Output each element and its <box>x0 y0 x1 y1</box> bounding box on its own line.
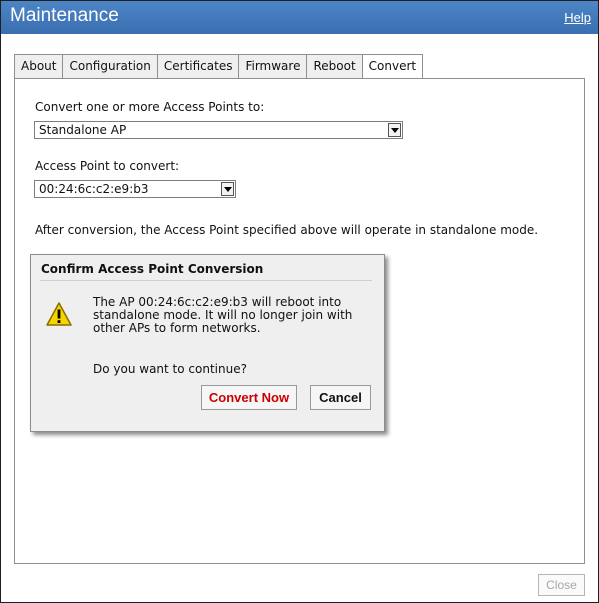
tab-configuration[interactable]: Configuration <box>62 54 157 79</box>
tab-certificates[interactable]: Certificates <box>156 54 239 79</box>
ap-to-convert-value: 00:24:6c:c2:e9:b3 <box>39 182 149 196</box>
tab-firmware[interactable]: Firmware <box>238 54 307 79</box>
tab-about[interactable]: About <box>14 54 63 79</box>
dialog-message: The AP 00:24:6c:c2:e9:b3 will reboot int… <box>93 296 363 335</box>
cancel-button[interactable]: Cancel <box>310 385 371 410</box>
tab-bar: About Configuration Certificates Firmwar… <box>14 54 424 79</box>
convert-now-button[interactable]: Convert Now <box>201 385 297 410</box>
dialog-title: Confirm Access Point Conversion <box>41 262 264 276</box>
close-button: Close <box>538 574 585 596</box>
dialog-divider <box>40 280 372 281</box>
window-title: Maintenance <box>10 5 119 26</box>
ap-to-convert-label: Access Point to convert: <box>35 159 180 173</box>
warning-icon <box>46 302 72 326</box>
ap-to-convert-select[interactable]: 00:24:6c:c2:e9:b3 <box>34 180 236 198</box>
chevron-down-icon[interactable] <box>388 123 401 137</box>
convert-to-select[interactable]: Standalone AP <box>34 121 403 139</box>
conversion-note: After conversion, the Access Point speci… <box>35 223 539 237</box>
tab-reboot[interactable]: Reboot <box>306 54 362 79</box>
convert-to-value: Standalone AP <box>39 123 127 137</box>
chevron-down-icon[interactable] <box>221 182 234 196</box>
tab-convert[interactable]: Convert <box>361 54 424 79</box>
confirm-conversion-dialog: Confirm Access Point Conversion The AP 0… <box>30 254 385 432</box>
dialog-question: Do you want to continue? <box>93 362 247 376</box>
convert-to-label: Convert one or more Access Points to: <box>35 100 265 114</box>
help-link[interactable]: Help <box>564 10 591 25</box>
title-bar: Maintenance Help <box>1 1 598 34</box>
dialog-message-line: other APs to form networks. <box>93 321 261 335</box>
maintenance-window: Maintenance Help About Configuration Cer… <box>0 0 599 603</box>
